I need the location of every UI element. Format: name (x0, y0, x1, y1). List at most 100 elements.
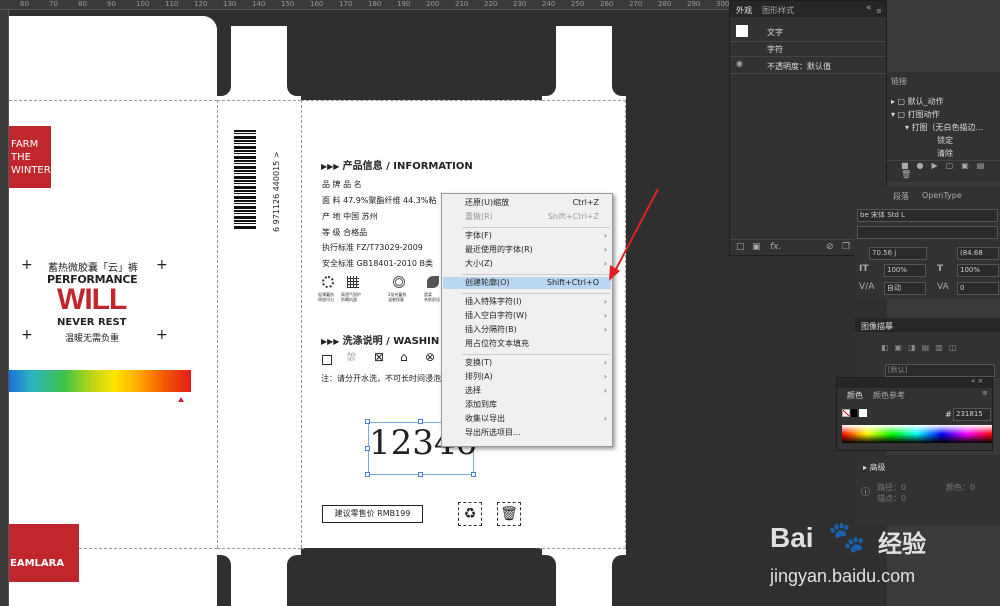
tracking-field[interactable]: 0 (957, 282, 999, 295)
menu-item[interactable]: 还原(U)缩放 Ctrl+Z (443, 197, 611, 209)
menu-item[interactable]: 变换(T) › (443, 357, 611, 369)
selection-handle[interactable] (365, 472, 370, 477)
ruler-number: 190 (397, 0, 411, 8)
recycle-icon: ♻ (458, 502, 482, 526)
ruler-number: 100 (136, 0, 150, 8)
selection-handle[interactable] (418, 472, 423, 477)
advanced-text: 高级 (869, 463, 886, 472)
flap-cutout (542, 26, 556, 96)
trace-preset-icons[interactable]: ◧▣◨▤▥◫ (881, 343, 962, 352)
menu-item[interactable]: 收集以导出 › (443, 413, 611, 425)
ruler-number: 250 (571, 0, 585, 8)
trace-preset-field[interactable]: [默认] (885, 364, 995, 377)
actions-panel-title[interactable]: 链接 (891, 76, 907, 87)
menu-item-label: 插入空白字符(W) (465, 311, 528, 320)
menu-item[interactable]: 插入空白字符(W) › (443, 310, 611, 322)
heading-arrows: ▶▶▶ (321, 162, 340, 171)
appearance-swatch[interactable] (736, 25, 748, 37)
menu-separator (462, 274, 610, 275)
panel-menu-icon[interactable]: ≡ (876, 7, 882, 15)
info-row: 执行标准 FZ/T73029-2009 (322, 243, 423, 252)
menu-item[interactable]: 用占位符文本填充 (443, 338, 611, 350)
selection-handle[interactable] (365, 419, 370, 424)
kerning-icon: V/A (859, 282, 875, 292)
tab-opentype[interactable]: OpenType (922, 191, 962, 200)
watermark: Bai 🐾 经验 jingyan.baidu.com (770, 508, 1000, 606)
ruler-number: 90 (107, 0, 116, 8)
tab-color-guide[interactable]: 颜色参考 (873, 390, 905, 401)
collapse-icon[interactable]: « × (971, 377, 983, 385)
ruler-number: 170 (339, 0, 353, 8)
tab-paragraph[interactable]: 段落 (893, 191, 909, 202)
action-step[interactable]: 清除 (937, 148, 953, 159)
action-item[interactable]: ▾ 打图（无白色描边... (905, 122, 983, 133)
action-set[interactable]: ▸ ▢ 默认_动作 (891, 96, 944, 107)
menu-item[interactable]: 添加到库 (443, 399, 611, 411)
visibility-eye-icon[interactable]: ◉ (736, 59, 743, 68)
kerning-field[interactable]: 自动 (884, 282, 926, 295)
tab-color[interactable]: 颜色 (847, 390, 863, 401)
duplicate-icon[interactable]: ❐ (842, 242, 850, 252)
price-box: 建议零售价 RMB199 (322, 505, 423, 523)
add-stroke-icon[interactable]: □ (736, 242, 745, 252)
washtub-icon: ⛆ (347, 351, 356, 364)
trash-icon: 🗑 (497, 502, 521, 526)
rainbow-bar (9, 370, 191, 392)
color-count: 颜色：0 (946, 483, 976, 492)
font-style-field[interactable] (857, 226, 998, 239)
none-swatch[interactable] (842, 409, 850, 417)
ruler-number: 290 (687, 0, 701, 8)
menu-item[interactable]: 大小(Z) › (443, 258, 611, 270)
info-icon: ⓘ (861, 488, 871, 498)
menu-item[interactable]: 最近使用的字体(R) › (443, 244, 611, 256)
row-divider (730, 73, 886, 74)
menu-item-label: 还原(U)缩放 (465, 198, 510, 207)
ruler-number: 300 (716, 0, 730, 8)
fold-line (542, 100, 626, 101)
menu-item[interactable]: 插入特殊字符(I) › (443, 296, 611, 308)
tab-appearance[interactable]: 外观 (736, 5, 752, 16)
vertical-scale-field[interactable]: 100% (884, 264, 926, 277)
action-item-label: 打图（无白色描边... (911, 123, 984, 132)
horizontal-scale-field[interactable]: 100% (957, 264, 999, 277)
fold-line (217, 100, 218, 548)
action-step[interactable]: 锁定 (937, 135, 953, 146)
actions-toolbar: ■●▶▢▣▤🗑 (887, 160, 1000, 179)
info-row: 安全标准 GB18401-2010 B类 (322, 259, 433, 268)
font-family-field[interactable]: be 宋体 Std L (857, 209, 998, 222)
brand-bottom-text: EAMLARA (10, 558, 65, 569)
selection-handle[interactable] (365, 446, 370, 451)
annotation-arrow (609, 188, 659, 281)
menu-item[interactable]: 字体(F) › (443, 230, 611, 242)
menu-item[interactable]: 排列(A) › (443, 371, 611, 383)
menu-item[interactable]: 创建轮廓(O) Shift+Ctrl+O (443, 277, 611, 289)
selection-handle[interactable] (471, 472, 476, 477)
menu-item[interactable]: 导出所选项目... (443, 427, 611, 439)
hex-field[interactable]: 231815 (953, 408, 991, 421)
panel-menu-icon[interactable]: ≡ (982, 389, 988, 397)
action-set[interactable]: ▾ ▢ 打图动作 (891, 109, 940, 120)
appearance-row-character[interactable]: 字符 (767, 44, 783, 55)
black-swatch[interactable] (851, 409, 857, 417)
menu-item[interactable]: 重做(R) Shift+Ctrl+Z (443, 211, 611, 223)
leading-field[interactable]: (84.68 (957, 247, 999, 260)
menu-item[interactable]: 选择 › (443, 385, 611, 397)
menu-item-label: 重做(R) (465, 212, 493, 221)
white-swatch[interactable] (859, 409, 867, 417)
selection-handle[interactable] (418, 419, 423, 424)
menu-item-label: 选择 (465, 386, 481, 395)
collapse-icon[interactable]: « (866, 3, 872, 13)
add-fill-icon[interactable]: ▣ (752, 242, 761, 252)
clear-icon[interactable]: ⊘ (826, 242, 834, 252)
font-size-field[interactable]: 70.56 j (869, 247, 927, 260)
submenu-arrow-icon: › (603, 358, 607, 367)
appearance-row-text[interactable]: 文字 (767, 27, 783, 38)
fx-icon[interactable]: fx. (770, 242, 781, 252)
appearance-row-opacity[interactable]: 不透明度：默认值 (767, 61, 831, 72)
menu-item[interactable]: 插入分隔符(B) › (443, 324, 611, 336)
image-trace-title[interactable]: 图像描摹 (861, 321, 893, 332)
advanced-label[interactable]: ▸ 高级 (863, 462, 886, 473)
color-spectrum[interactable] (842, 425, 992, 443)
tab-graphic-styles[interactable]: 图形样式 (762, 5, 794, 16)
menu-item-label: 最近使用的字体(R) (465, 245, 533, 254)
